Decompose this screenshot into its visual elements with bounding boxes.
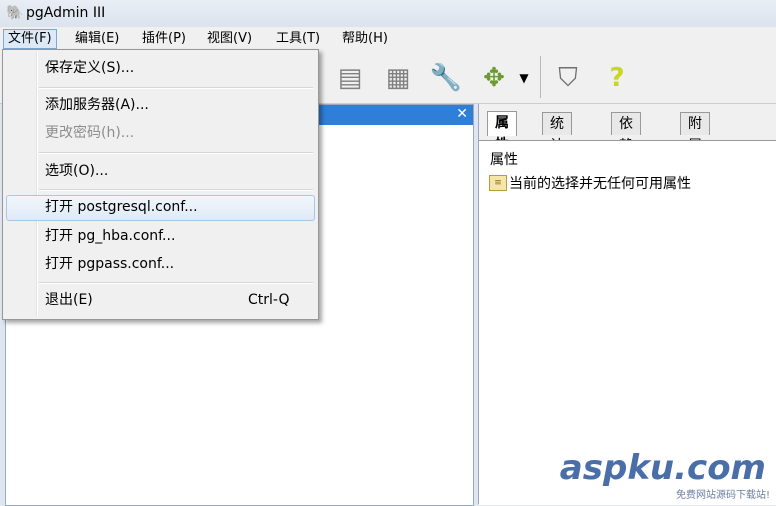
list-icon[interactable]: ▤	[330, 58, 370, 98]
properties-pane: 属性 统计量 依赖性 附属关系 属性 ≡ 当前的选择并无任何可用属性	[478, 104, 776, 505]
menu-item-exit[interactable]: 退出(E)	[45, 290, 93, 310]
menu-separator	[39, 189, 313, 191]
menu-view[interactable]: 视图(V)	[203, 30, 256, 48]
menu-item-change-password: 更改密码(h)...	[45, 125, 135, 141]
properties-column-header: 属性	[490, 152, 518, 168]
tab-dependents[interactable]: 附属关系	[680, 112, 710, 198]
menu-item-open-pgpass-conf[interactable]: 打开 pgpass.conf...	[45, 254, 174, 274]
window-title: pgAdmin III	[26, 5, 106, 21]
dropdown-arrow-icon[interactable]: ▼	[514, 58, 534, 98]
menu-separator	[39, 87, 313, 89]
menu-bar: 文件(F) 编辑(E) 插件(P) 视图(V) 工具(T) 帮助(H)	[0, 27, 776, 51]
exit-shortcut: Ctrl-Q	[248, 292, 290, 308]
menu-item-add-server[interactable]: 添加服务器(A)...	[45, 95, 149, 115]
menu-tools[interactable]: 工具(T)	[272, 30, 324, 48]
no-properties-message: 当前的选择并无任何可用属性	[509, 176, 691, 192]
puzzle-plugin-icon[interactable]: ✥	[474, 58, 514, 98]
pgadmin-elephant-icon: 🐘	[6, 5, 24, 21]
close-icon[interactable]: ✕	[456, 106, 468, 122]
toolbar-separator	[540, 56, 541, 98]
menu-help[interactable]: 帮助(H)	[338, 30, 392, 48]
table-icon[interactable]: ▦	[378, 58, 418, 98]
menu-edit[interactable]: 编辑(E)	[71, 30, 123, 48]
file-menu-dropdown: 保存定义(S)... 添加服务器(A)... 更改密码(h)... 选项(O).…	[2, 49, 319, 320]
menu-item-save-definition[interactable]: 保存定义(S)...	[45, 58, 134, 78]
menu-separator	[39, 152, 313, 154]
hint-icon[interactable]: ⛉	[548, 58, 588, 98]
tab-properties[interactable]: 属性	[487, 111, 517, 153]
menu-plugins[interactable]: 插件(P)	[138, 30, 190, 48]
tab-statistics[interactable]: 统计量	[542, 112, 572, 176]
help-icon[interactable]: ?	[597, 58, 637, 98]
menu-icon-gutter	[36, 52, 38, 316]
menu-item-open-pg-hba-conf[interactable]: 打开 pg_hba.conf...	[45, 226, 175, 246]
menu-file[interactable]: 文件(F)	[3, 29, 57, 49]
watermark-logo: aspku.com	[559, 448, 766, 488]
menu-item-options[interactable]: 选项(O)...	[45, 161, 108, 181]
tab-dependencies[interactable]: 依赖性	[611, 112, 641, 176]
menu-item-open-postgresql-conf[interactable]: 打开 postgresql.conf...	[45, 197, 198, 217]
wrench-icon[interactable]: 🔧	[426, 58, 466, 98]
title-bar: 🐘 pgAdmin III	[0, 0, 776, 27]
watermark-caption: 免费网站源码下载站!	[675, 490, 770, 501]
menu-separator	[39, 282, 313, 284]
info-icon: ≡	[489, 175, 507, 191]
